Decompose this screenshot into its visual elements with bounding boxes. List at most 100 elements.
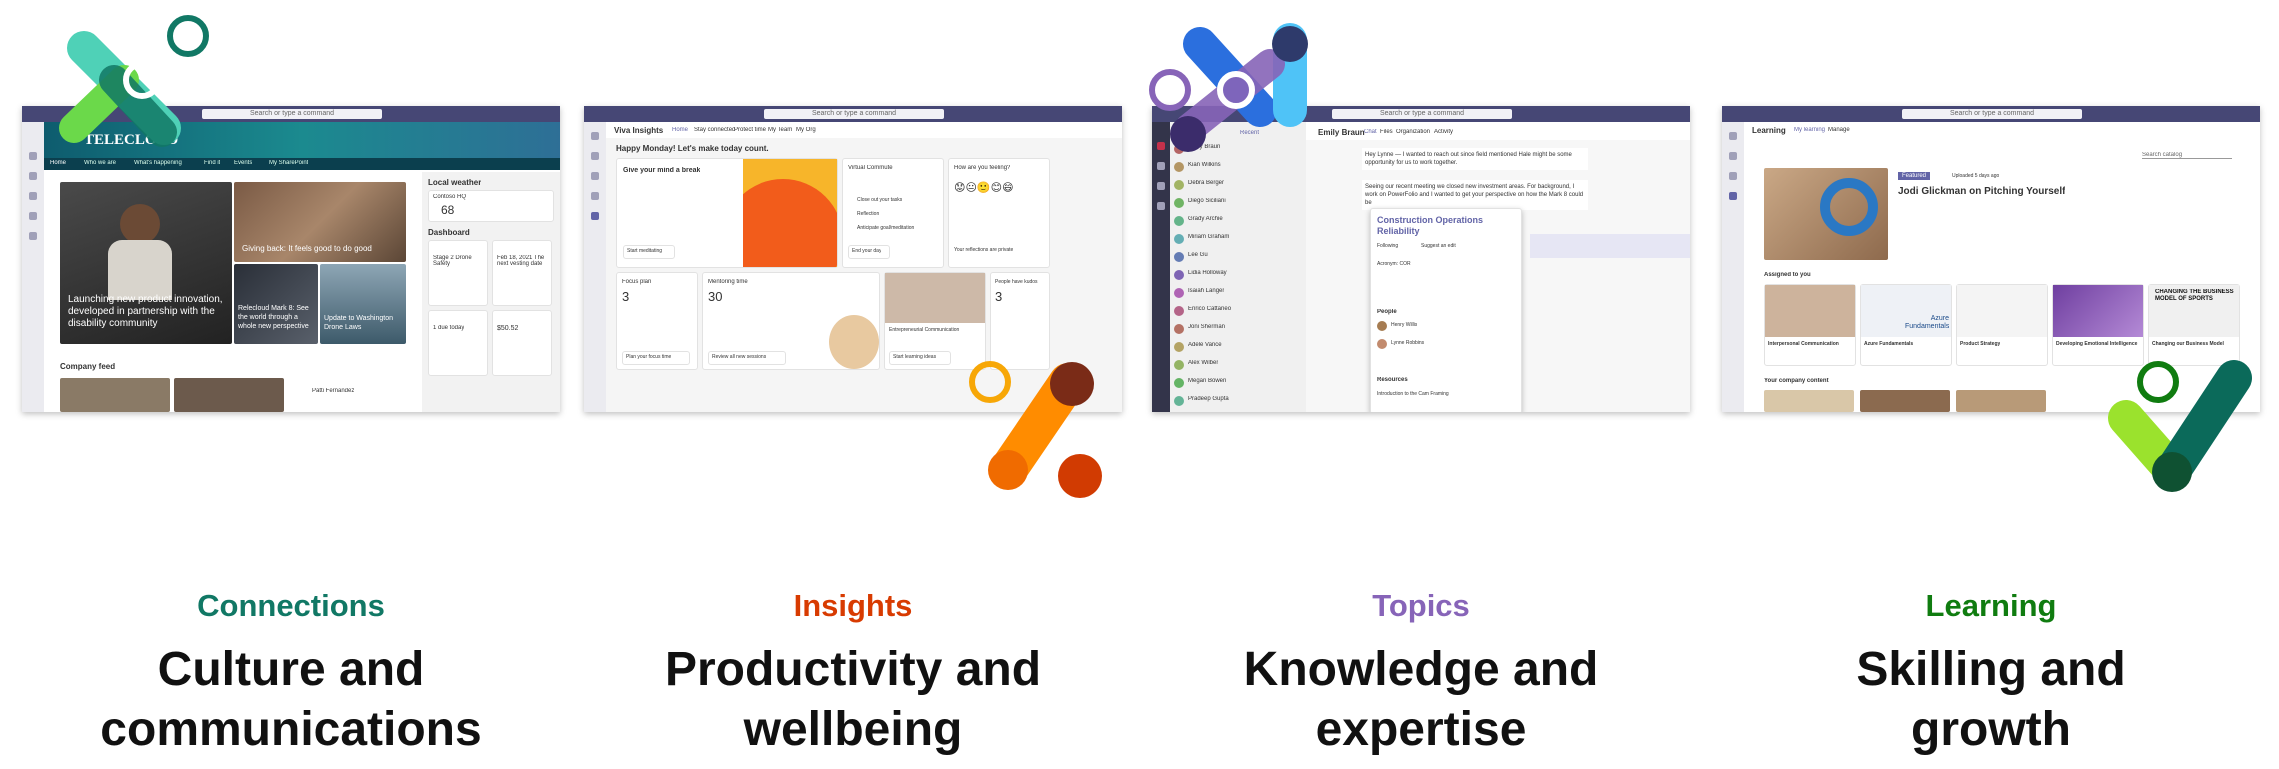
review-sessions-button[interactable]: Review all new sessions — [708, 351, 786, 365]
course-card-interpersonal[interactable]: Interpersonal Communication — [1764, 284, 1856, 366]
activity-icon[interactable] — [1729, 132, 1737, 140]
feed-image-2[interactable] — [174, 378, 284, 412]
tab-manage[interactable]: Manage — [1828, 127, 1850, 133]
insights-app-icon[interactable] — [591, 212, 599, 220]
chat-tab-chat[interactable]: Chat — [1364, 129, 1377, 135]
nav-my-sharepoint[interactable]: My SharePoint — [269, 160, 308, 166]
commute-item-tasks[interactable]: Close out your tasks — [857, 197, 902, 203]
topic-person-1[interactable]: Henry Willis — [1391, 322, 1417, 328]
list-item[interactable]: Isaiah Langer — [1174, 286, 1302, 302]
nav-who-we-are[interactable]: Who we are — [84, 160, 116, 166]
hero-news-card[interactable]: Launching new product innovation, develo… — [60, 182, 232, 344]
topic-resource-1[interactable]: Introduction to the Cam Framing — [1377, 391, 1449, 397]
card-focus-plan[interactable]: Focus plan 3 Plan your focus time — [616, 272, 698, 370]
course-title[interactable]: Changing our Business Model — [2152, 341, 2238, 347]
hero-headline[interactable]: Launching new product innovation, develo… — [68, 294, 226, 330]
tab-my-team[interactable]: My Team — [768, 127, 792, 133]
entrepreneurial-video-thumb[interactable] — [885, 273, 985, 323]
list-item[interactable]: Diego Siciliani — [1174, 196, 1302, 212]
topic-card-title[interactable]: Construction Operations Reliability — [1377, 215, 1517, 237]
search-catalog-input[interactable]: Search catalog — [2142, 152, 2232, 159]
learning-app-icon[interactable] — [1729, 192, 1737, 200]
tab-stay-connected[interactable]: Stay connected — [694, 127, 735, 133]
search-input[interactable]: Search or type a command — [1902, 109, 2082, 119]
list-item[interactable]: Kian Wilkins — [1174, 160, 1302, 176]
news-tile-mark8-title[interactable]: Relecloud Mark 8: See the world through … — [238, 304, 316, 331]
course-card-azure[interactable]: Azure Fundamentals Azure Fundamentals — [1860, 284, 1952, 366]
course-title[interactable]: Azure Fundamentals — [1864, 341, 1913, 347]
list-item[interactable]: Megan Bowen — [1174, 376, 1302, 392]
calendar-icon[interactable] — [29, 212, 37, 220]
list-item[interactable]: Miriam Graham — [1174, 232, 1302, 248]
card-virtual-commute[interactable]: Virtual Commute Close out your tasks Ref… — [842, 158, 944, 268]
tab-protect-time[interactable]: Protect time — [734, 127, 766, 133]
news-tile-giving-back[interactable]: Giving back: It feels good to do good — [234, 182, 406, 262]
plan-focus-button[interactable]: Plan your focus time — [622, 351, 690, 365]
feed-image-1[interactable] — [60, 378, 170, 412]
emoji-row-icon[interactable]: 😟😐🙂😊😄 — [954, 181, 1014, 194]
nav-find-it[interactable]: Find it — [204, 160, 220, 166]
feed-person-name[interactable]: Patti Fernandez — [312, 388, 354, 394]
nav-whats-happening[interactable]: What's happening — [134, 160, 182, 166]
list-item[interactable]: Joni Sherman — [1174, 322, 1302, 338]
card-feeling[interactable]: How are you feeling? 😟😐🙂😊😄 Your reflecti… — [948, 158, 1050, 268]
search-input[interactable]: Search or type a command — [1332, 109, 1512, 119]
calendar-icon[interactable] — [1157, 202, 1165, 210]
card-mind-break[interactable]: Give your mind a break Start meditating — [616, 158, 838, 268]
tab-my-learning[interactable]: My learning — [1794, 127, 1825, 133]
company-content-thumb-3[interactable] — [1956, 390, 2046, 412]
course-title[interactable]: Interpersonal Communication — [1768, 341, 1854, 347]
teams-icon[interactable] — [591, 172, 599, 180]
list-item[interactable]: Lidia Holloway — [1174, 268, 1302, 284]
start-meditating-button[interactable]: Start meditating — [623, 245, 675, 259]
weather-card[interactable]: Contoso HQ 68 — [428, 190, 554, 222]
topic-person-2[interactable]: Lynne Robbins — [1391, 340, 1424, 346]
chat-icon[interactable] — [1157, 162, 1165, 170]
list-item[interactable]: Pradeep Gupta — [1174, 394, 1302, 410]
chat-tab-activity[interactable]: Activity — [1434, 129, 1453, 135]
commute-item-goal[interactable]: Anticipate goal/meditation — [857, 225, 914, 231]
search-input[interactable]: Search or type a command — [764, 109, 944, 119]
list-item[interactable]: Alex Wilber — [1174, 358, 1302, 374]
teams-icon[interactable] — [1157, 182, 1165, 190]
course-card-product-strategy[interactable]: Product Strategy — [1956, 284, 2048, 366]
topic-suggest-edit-button[interactable]: Suggest an edit — [1421, 243, 1456, 249]
nav-home[interactable]: Home — [50, 160, 66, 166]
news-tile-mark8[interactable]: Relecloud Mark 8: See the world through … — [234, 264, 318, 344]
topic-card[interactable]: Construction Operations Reliability Foll… — [1370, 208, 1522, 412]
topic-follow-button[interactable]: Following — [1377, 243, 1398, 249]
search-input[interactable]: Search or type a command — [202, 109, 382, 119]
chat-tab-files[interactable]: Files — [1380, 129, 1393, 135]
news-tile-drone-laws-title[interactable]: Update to Washington Drone Laws — [324, 314, 404, 332]
dashboard-card-vesting[interactable]: Feb 18, 2021 The next vesting date — [492, 240, 552, 306]
featured-video-thumb[interactable] — [1764, 168, 1888, 260]
featured-title[interactable]: Jodi Glickman on Pitching Yourself — [1898, 186, 2065, 197]
list-item[interactable]: Grady Archie — [1174, 214, 1302, 230]
list-item[interactable]: Lee Gu — [1174, 250, 1302, 266]
chat-tab-organization[interactable]: Organization — [1396, 129, 1430, 135]
list-item[interactable]: Debra Berger — [1174, 178, 1302, 194]
dashboard-card-drone-safety[interactable]: Stage 2 Drone Safety — [428, 240, 488, 306]
activity-icon[interactable] — [29, 152, 37, 160]
teams-icon[interactable] — [1729, 172, 1737, 180]
tab-my-org[interactable]: My Org — [796, 127, 816, 133]
teams-icon[interactable] — [29, 192, 37, 200]
tab-home[interactable]: Home — [672, 127, 688, 133]
news-tile-giving-back-title[interactable]: Giving back: It feels good to do good — [242, 244, 372, 253]
chat-icon[interactable] — [591, 152, 599, 160]
reflections-link[interactable]: Your reflections are private — [954, 247, 1013, 253]
company-content-thumb-1[interactable] — [1764, 390, 1854, 412]
company-content-thumb-2[interactable] — [1860, 390, 1950, 412]
calendar-icon[interactable] — [591, 192, 599, 200]
card-mentoring[interactable]: Mentoring time 30 Review all new session… — [702, 272, 880, 370]
news-tile-drone-laws[interactable]: Update to Washington Drone Laws — [320, 264, 406, 344]
chat-icon[interactable] — [29, 172, 37, 180]
activity-icon[interactable] — [591, 132, 599, 140]
course-title[interactable]: Developing Emotional Intelligence — [2056, 341, 2142, 347]
chat-icon[interactable] — [1729, 152, 1737, 160]
commute-item-reflection[interactable]: Reflection — [857, 211, 879, 217]
files-icon[interactable] — [29, 232, 37, 240]
list-item[interactable]: Adele Vance — [1174, 340, 1302, 356]
dashboard-card-expenses[interactable]: $50.52 — [492, 310, 552, 376]
start-learning-button[interactable]: Start learning ideas — [889, 351, 951, 365]
